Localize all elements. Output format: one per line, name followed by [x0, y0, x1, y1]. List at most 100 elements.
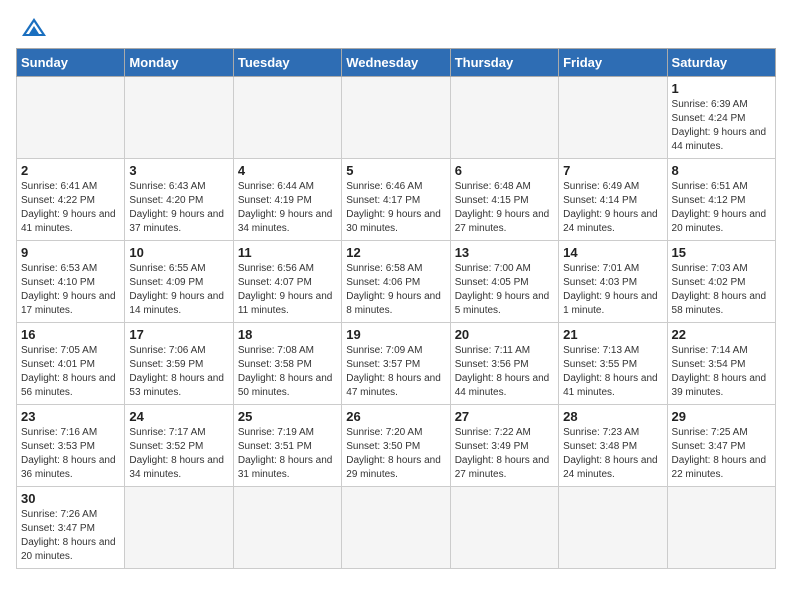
day-info: Sunrise: 6:58 AM Sunset: 4:06 PM Dayligh… — [346, 262, 445, 318]
day-number: 18 — [238, 327, 337, 342]
day-number: 4 — [238, 163, 337, 178]
day-info: Sunrise: 6:46 AM Sunset: 4:17 PM Dayligh… — [346, 180, 445, 236]
day-info: Sunrise: 6:49 AM Sunset: 4:14 PM Dayligh… — [563, 180, 662, 236]
day-header-friday: Friday — [559, 49, 667, 77]
day-info: Sunrise: 6:44 AM Sunset: 4:19 PM Dayligh… — [238, 180, 337, 236]
day-number: 28 — [563, 409, 662, 424]
calendar-cell — [559, 487, 667, 569]
calendar-cell: 12 Sunrise: 6:58 AM Sunset: 4:06 PM Dayli… — [342, 241, 450, 323]
day-number: 22 — [672, 327, 771, 342]
day-info: Sunrise: 7:08 AM Sunset: 3:58 PM Dayligh… — [238, 344, 337, 400]
day-number: 16 — [21, 327, 120, 342]
calendar-cell: 2Sunrise: 6:41 AM Sunset: 4:22 PM Daylig… — [17, 159, 125, 241]
day-number: 14 — [563, 245, 662, 260]
calendar-cell: 10 Sunrise: 6:55 AM Sunset: 4:09 PM Dayli… — [125, 241, 233, 323]
day-info: Sunrise: 7:23 AM Sunset: 3:48 PM Dayligh… — [563, 426, 662, 482]
day-info: Sunrise: 6:53 AM Sunset: 4:10 PM Dayligh… — [21, 262, 120, 318]
calendar-cell — [559, 77, 667, 159]
day-number: 11 — [238, 245, 337, 260]
calendar-cell: 6 Sunrise: 6:48 AM Sunset: 4:15 PM Daylig… — [450, 159, 558, 241]
day-number: 5 — [346, 163, 445, 178]
calendar-cell — [342, 77, 450, 159]
calendar-cell — [125, 77, 233, 159]
day-info: Sunrise: 7:26 AM Sunset: 3:47 PM Dayligh… — [21, 508, 120, 564]
day-number: 21 — [563, 327, 662, 342]
day-number: 13 — [455, 245, 554, 260]
week-row-4: 16 Sunrise: 7:05 AM Sunset: 4:01 PM Dayli… — [17, 323, 776, 405]
day-number: 20 — [455, 327, 554, 342]
day-info: Sunrise: 7:16 AM Sunset: 3:53 PM Dayligh… — [21, 426, 120, 482]
day-number: 7 — [563, 163, 662, 178]
week-row-6: 30 Sunrise: 7:26 AM Sunset: 3:47 PM Dayli… — [17, 487, 776, 569]
calendar-cell: 4 Sunrise: 6:44 AM Sunset: 4:19 PM Daylig… — [233, 159, 341, 241]
week-row-3: 9Sunrise: 6:53 AM Sunset: 4:10 PM Daylig… — [17, 241, 776, 323]
day-info: Sunrise: 7:05 AM Sunset: 4:01 PM Dayligh… — [21, 344, 120, 400]
week-row-1: 1 Sunrise: 6:39 AM Sunset: 4:24 PM Daylig… — [17, 77, 776, 159]
calendar-cell: 22 Sunrise: 7:14 AM Sunset: 3:54 PM Dayli… — [667, 323, 775, 405]
calendar-cell: 5 Sunrise: 6:46 AM Sunset: 4:17 PM Daylig… — [342, 159, 450, 241]
calendar-cell: 14 Sunrise: 7:01 AM Sunset: 4:03 PM Dayli… — [559, 241, 667, 323]
day-number: 27 — [455, 409, 554, 424]
day-info: Sunrise: 6:41 AM Sunset: 4:22 PM Dayligh… — [21, 180, 120, 236]
calendar-cell: 11Sunrise: 6:56 AM Sunset: 4:07 PM Dayli… — [233, 241, 341, 323]
day-info: Sunrise: 7:09 AM Sunset: 3:57 PM Dayligh… — [346, 344, 445, 400]
calendar-cell: 29Sunrise: 7:25 AM Sunset: 3:47 PM Dayli… — [667, 405, 775, 487]
day-header-thursday: Thursday — [450, 49, 558, 77]
calendar-cell: 15 Sunrise: 7:03 AM Sunset: 4:02 PM Dayli… — [667, 241, 775, 323]
day-number: 6 — [455, 163, 554, 178]
day-number: 1 — [672, 81, 771, 96]
day-header-monday: Monday — [125, 49, 233, 77]
week-row-2: 2Sunrise: 6:41 AM Sunset: 4:22 PM Daylig… — [17, 159, 776, 241]
day-info: Sunrise: 7:01 AM Sunset: 4:03 PM Dayligh… — [563, 262, 662, 318]
calendar-cell: 17Sunrise: 7:06 AM Sunset: 3:59 PM Dayli… — [125, 323, 233, 405]
calendar-cell — [667, 487, 775, 569]
day-info: Sunrise: 6:51 AM Sunset: 4:12 PM Dayligh… — [672, 180, 771, 236]
logo — [16, 16, 48, 38]
day-number: 25 — [238, 409, 337, 424]
calendar-cell: 28 Sunrise: 7:23 AM Sunset: 3:48 PM Dayli… — [559, 405, 667, 487]
days-header-row: SundayMondayTuesdayWednesdayThursdayFrid… — [17, 49, 776, 77]
day-number: 23 — [21, 409, 120, 424]
week-row-5: 23 Sunrise: 7:16 AM Sunset: 3:53 PM Dayli… — [17, 405, 776, 487]
calendar-cell — [450, 487, 558, 569]
day-number: 12 — [346, 245, 445, 260]
day-number: 10 — [129, 245, 228, 260]
day-number: 19 — [346, 327, 445, 342]
calendar-cell: 13Sunrise: 7:00 AM Sunset: 4:05 PM Dayli… — [450, 241, 558, 323]
calendar-cell: 23 Sunrise: 7:16 AM Sunset: 3:53 PM Dayli… — [17, 405, 125, 487]
calendar-cell: 20 Sunrise: 7:11 AM Sunset: 3:56 PM Dayli… — [450, 323, 558, 405]
calendar-cell: 24Sunrise: 7:17 AM Sunset: 3:52 PM Dayli… — [125, 405, 233, 487]
day-header-tuesday: Tuesday — [233, 49, 341, 77]
calendar-cell — [450, 77, 558, 159]
day-number: 24 — [129, 409, 228, 424]
calendar-cell — [125, 487, 233, 569]
header — [16, 16, 776, 38]
day-info: Sunrise: 7:11 AM Sunset: 3:56 PM Dayligh… — [455, 344, 554, 400]
day-header-sunday: Sunday — [17, 49, 125, 77]
calendar-cell: 21 Sunrise: 7:13 AM Sunset: 3:55 PM Dayli… — [559, 323, 667, 405]
calendar-cell: 19 Sunrise: 7:09 AM Sunset: 3:57 PM Dayli… — [342, 323, 450, 405]
calendar-cell — [233, 487, 341, 569]
logo-icon — [20, 16, 48, 38]
calendar-cell: 30 Sunrise: 7:26 AM Sunset: 3:47 PM Dayli… — [17, 487, 125, 569]
day-info: Sunrise: 7:19 AM Sunset: 3:51 PM Dayligh… — [238, 426, 337, 482]
day-number: 15 — [672, 245, 771, 260]
day-info: Sunrise: 6:43 AM Sunset: 4:20 PM Dayligh… — [129, 180, 228, 236]
day-number: 29 — [672, 409, 771, 424]
day-info: Sunrise: 7:14 AM Sunset: 3:54 PM Dayligh… — [672, 344, 771, 400]
calendar-cell: 16 Sunrise: 7:05 AM Sunset: 4:01 PM Dayli… — [17, 323, 125, 405]
day-number: 3 — [129, 163, 228, 178]
calendar-cell: 9Sunrise: 6:53 AM Sunset: 4:10 PM Daylig… — [17, 241, 125, 323]
calendar-cell: 25 Sunrise: 7:19 AM Sunset: 3:51 PM Dayli… — [233, 405, 341, 487]
calendar-cell: 26Sunrise: 7:20 AM Sunset: 3:50 PM Dayli… — [342, 405, 450, 487]
day-info: Sunrise: 6:55 AM Sunset: 4:09 PM Dayligh… — [129, 262, 228, 318]
day-number: 8 — [672, 163, 771, 178]
day-info: Sunrise: 7:03 AM Sunset: 4:02 PM Dayligh… — [672, 262, 771, 318]
day-info: Sunrise: 7:13 AM Sunset: 3:55 PM Dayligh… — [563, 344, 662, 400]
calendar-cell — [17, 77, 125, 159]
day-info: Sunrise: 6:48 AM Sunset: 4:15 PM Dayligh… — [455, 180, 554, 236]
day-number: 30 — [21, 491, 120, 506]
day-info: Sunrise: 7:20 AM Sunset: 3:50 PM Dayligh… — [346, 426, 445, 482]
calendar-cell — [342, 487, 450, 569]
day-info: Sunrise: 6:39 AM Sunset: 4:24 PM Dayligh… — [672, 98, 771, 154]
